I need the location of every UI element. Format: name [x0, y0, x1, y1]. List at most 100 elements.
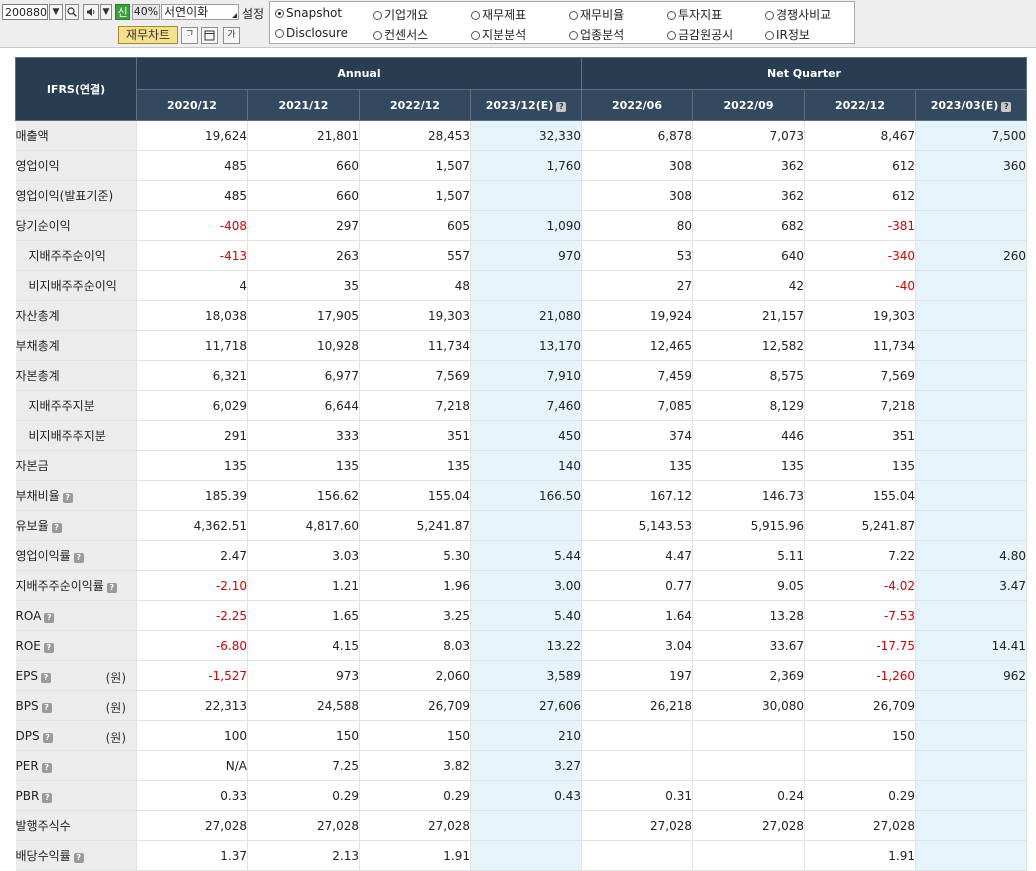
table-cell: 2.47: [136, 540, 248, 571]
period-label: 2022/06: [612, 98, 662, 112]
stock-code-input[interactable]: 200880: [2, 4, 48, 20]
table-cell: -340: [804, 240, 917, 271]
help-icon[interactable]: ?: [1001, 101, 1012, 112]
table-row: PBR? 0.33 0.29 0.29 0.43 0.31 0.24 0.29: [15, 780, 1028, 811]
help-icon[interactable]: ?: [41, 702, 52, 713]
row-label[interactable]: ROE?: [15, 630, 137, 661]
table-cell: 1,090: [470, 210, 583, 241]
table-cell: 682: [692, 210, 806, 241]
table-cell: 9.05: [692, 570, 806, 601]
table-cell: 2,369: [692, 660, 806, 691]
table-cell: 150: [804, 720, 917, 751]
radio-consensus[interactable]: 컨센서스: [373, 26, 428, 43]
table-cell: 1,507: [359, 180, 471, 211]
radio-company-overview[interactable]: 기업개요: [373, 6, 428, 23]
table-row: 지배주주순이익률? -2.10 1.21 1.96 3.00 0.77 9.05 -4.02 3…: [15, 570, 1028, 601]
period-label: 2022/09: [723, 98, 774, 112]
table-cell: 612: [804, 180, 917, 211]
help-icon[interactable]: ?: [51, 523, 62, 533]
table-cell: 5.44: [470, 540, 583, 571]
row-label[interactable]: BPS? (원): [15, 690, 137, 721]
period-header: 2023/03(E)?: [915, 89, 1028, 121]
table-cell: [915, 420, 1028, 451]
radio-industry-analysis[interactable]: 업종분석: [569, 26, 624, 43]
help-icon[interactable]: ?: [106, 583, 117, 593]
row-label[interactable]: EPS? (원): [15, 660, 137, 691]
settings-link[interactable]: 설정: [242, 5, 264, 22]
row-label[interactable]: 부채비율?: [15, 480, 137, 511]
row-label[interactable]: 유보율?: [15, 510, 137, 541]
unit-label: (원): [105, 701, 126, 715]
help-icon[interactable]: ?: [73, 553, 84, 563]
row-label[interactable]: DPS? (원): [15, 720, 137, 751]
help-icon[interactable]: ?: [42, 792, 53, 803]
speaker-icon[interactable]: [83, 4, 99, 20]
row-label[interactable]: 배당수익률?: [15, 840, 137, 871]
row-label-text: 비지배주주지분: [28, 429, 106, 443]
chevron-down-icon[interactable]: ▼: [49, 4, 63, 20]
help-icon[interactable]: ?: [42, 732, 53, 743]
radio-shareholding-analysis[interactable]: 지분분석: [471, 26, 526, 43]
period-label: 2022/12: [390, 98, 440, 112]
menu-radio-group: Snapshot 기업개요 재무제표 재무비율 투자지표 경쟁사비교 Discl…: [269, 1, 855, 44]
table-row: 당기순이익 -408 297 605 1,090 80 682 -381: [15, 210, 1028, 241]
table-cell: 80: [581, 210, 694, 241]
table-cell: -6.80: [136, 630, 248, 661]
help-icon[interactable]: ?: [62, 493, 73, 503]
table-cell: -1,260: [804, 660, 917, 691]
row-label[interactable]: 지배주주순이익률?: [15, 570, 137, 601]
table-cell: 19,303: [359, 300, 471, 331]
radio-ir-info[interactable]: IR정보: [765, 26, 810, 43]
unit-label: (원): [105, 731, 126, 745]
radio-fss-disclosure[interactable]: 금감원공시: [667, 26, 733, 43]
toggle-icon[interactable]: ᄀᆞ: [181, 27, 198, 44]
radio-investment-indicators[interactable]: 투자지표: [667, 6, 722, 23]
table-cell: 12,465: [581, 330, 694, 361]
radio-snapshot[interactable]: Snapshot: [275, 6, 342, 20]
table-row: 부채총계 11,718 10,928 11,734 13,170 12,465 12,582…: [15, 330, 1028, 361]
table-cell: [692, 720, 806, 751]
table-cell: 362: [692, 180, 806, 211]
radio-peer-comparison[interactable]: 경쟁사비교: [765, 6, 831, 23]
row-label[interactable]: PER?: [15, 750, 137, 781]
help-icon[interactable]: ?: [556, 101, 567, 112]
font-size-icon[interactable]: 가: [223, 27, 240, 44]
window-icon[interactable]: [201, 27, 218, 44]
table-cell: [915, 480, 1028, 511]
row-label-text: 지배주주지분: [28, 399, 95, 413]
help-icon[interactable]: ?: [41, 762, 52, 773]
radio-button-icon: [765, 31, 774, 40]
table-cell: 970: [470, 240, 583, 271]
table-cell: 0.24: [692, 780, 806, 811]
finance-chart-button[interactable]: 재무차트: [118, 26, 178, 44]
row-label[interactable]: PBR?: [15, 780, 137, 811]
table-cell: [692, 750, 806, 781]
period-header: 2022/06: [581, 89, 694, 121]
help-icon[interactable]: ?: [40, 672, 51, 683]
help-icon[interactable]: ?: [43, 642, 54, 653]
table-cell: 351: [359, 420, 471, 451]
search-icon[interactable]: [65, 4, 79, 20]
radio-button-icon: [569, 11, 578, 20]
table-cell: N/A: [136, 750, 248, 781]
table-cell: 291: [136, 420, 248, 451]
help-icon[interactable]: ?: [73, 853, 84, 863]
unit-label: (원): [105, 671, 126, 685]
chevron-down-icon[interactable]: ▼: [100, 4, 112, 20]
table-cell: 4.15: [247, 630, 360, 661]
table-cell: 146.73: [692, 480, 806, 511]
table-cell: 27,028: [359, 810, 471, 841]
help-icon[interactable]: ?: [44, 612, 55, 623]
table-cell: 1.91: [359, 840, 471, 871]
row-label-text: 영업이익률: [15, 549, 71, 563]
period-header: 2021/12: [247, 89, 360, 121]
table-cell: 8,129: [692, 390, 806, 421]
row-label[interactable]: ROA?: [15, 600, 137, 631]
radio-financial-statements[interactable]: 재무제표: [471, 6, 526, 23]
table-cell: [915, 180, 1028, 211]
radio-disclosure[interactable]: Disclosure: [275, 26, 348, 40]
table-cell: 660: [247, 180, 360, 211]
radio-financial-ratios[interactable]: 재무비율: [569, 6, 624, 23]
company-name-field[interactable]: 서연이화: [161, 4, 239, 20]
row-label[interactable]: 영업이익률?: [15, 540, 137, 571]
